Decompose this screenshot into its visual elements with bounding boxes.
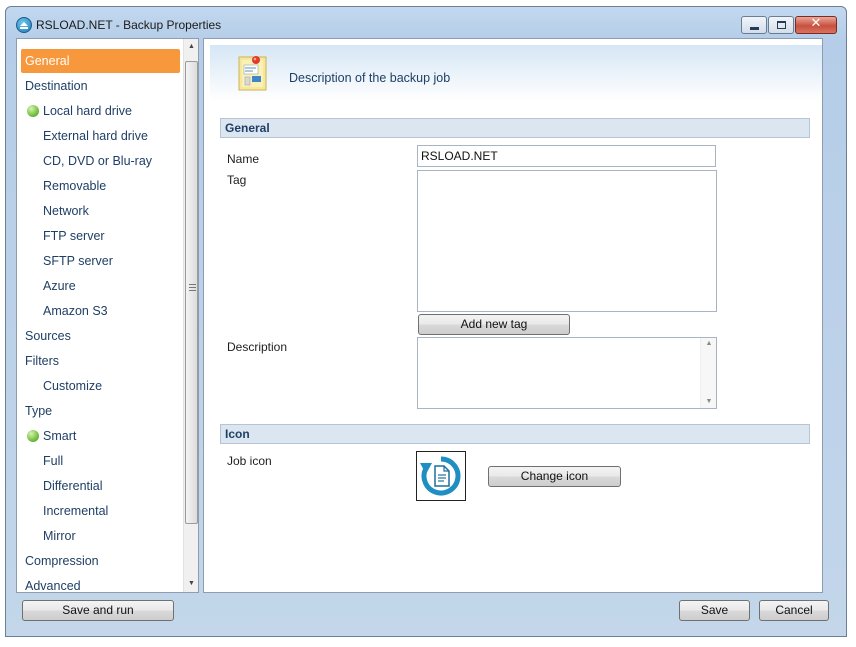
sidebar-item-label: Azure — [43, 279, 76, 293]
scroll-up-icon[interactable]: ▲ — [184, 39, 199, 55]
description-textarea[interactable]: ▲ ▼ — [417, 337, 717, 409]
sidebar-item-ftp-server[interactable]: FTP server — [21, 224, 180, 248]
sidebar-item-type[interactable]: Type — [21, 399, 180, 423]
sidebar-scrollbar[interactable]: ▲ ▼ — [183, 39, 198, 592]
general-section-header: General — [220, 118, 810, 138]
sidebar-item-label: FTP server — [43, 229, 105, 243]
scrollbar-thumb[interactable] — [185, 61, 198, 524]
job-icon-label: Job icon — [227, 454, 272, 468]
minimize-icon — [750, 27, 759, 30]
maximize-button[interactable] — [768, 16, 794, 34]
sidebar-item-network[interactable]: Network — [21, 199, 180, 223]
sidebar-item-label: Removable — [43, 179, 107, 193]
sidebar-item-label: General — [25, 54, 70, 68]
close-button[interactable]: ✕ — [795, 16, 837, 34]
scroll-down-icon[interactable]: ▼ — [184, 576, 199, 592]
sidebar-item-local-hard-drive[interactable]: Local hard drive — [21, 99, 180, 123]
sidebar-item-label: CD, DVD or Blu-ray — [43, 154, 153, 168]
sidebar-item-compression[interactable]: Compression — [21, 549, 180, 573]
nav-list: General Destination Local hard drive Extern… — [17, 39, 183, 592]
sidebar-item-external-hard-drive[interactable]: External hard drive — [21, 124, 180, 148]
add-new-tag-button[interactable]: Add new tag — [418, 314, 570, 335]
sidebar-item-label: Full — [43, 454, 64, 468]
grip-icon — [189, 284, 196, 291]
icon-section-header: Icon — [220, 424, 810, 444]
title-bar[interactable]: RSLOAD.NET - Backup Properties ✕ — [6, 7, 846, 37]
sidebar-item-label: Filters — [25, 354, 60, 368]
job-icon-preview — [416, 451, 466, 501]
sidebar-item-label: External hard drive — [43, 129, 148, 143]
sidebar-item-label: Amazon S3 — [43, 304, 108, 318]
change-icon-button[interactable]: Change icon — [488, 466, 621, 487]
save-button[interactable]: Save — [679, 600, 750, 621]
sidebar-item-label: Incremental — [43, 504, 109, 518]
app-icon — [16, 17, 32, 33]
sidebar-item-amazon-s3[interactable]: Amazon S3 — [21, 299, 180, 323]
sidebar-item-mirror[interactable]: Mirror — [21, 524, 180, 548]
window-title: RSLOAD.NET - Backup Properties — [36, 18, 222, 32]
sidebar-item-label: Type — [25, 404, 53, 418]
content-header: Description of the backup job — [210, 45, 822, 101]
sidebar-item-sources[interactable]: Sources — [21, 324, 180, 348]
sidebar-item-label: Advanced — [25, 579, 81, 592]
header-title: Description of the backup job — [289, 71, 451, 85]
sidebar-item-removable[interactable]: Removable — [21, 174, 180, 198]
close-icon: ✕ — [810, 16, 822, 31]
backup-restore-icon — [420, 456, 461, 496]
status-dot-icon — [27, 105, 39, 117]
sidebar-item-label: Network — [43, 204, 89, 218]
name-input[interactable] — [417, 145, 716, 167]
sidebar-item-azure[interactable]: Azure — [21, 274, 180, 298]
content-panel: Description of the backup job General Na… — [203, 38, 823, 593]
maximize-icon — [777, 21, 786, 29]
sidebar-item-destination[interactable]: Destination — [21, 74, 180, 98]
sidebar-item-label: Sources — [25, 329, 71, 343]
sidebar: General Destination Local hard drive Extern… — [16, 38, 199, 593]
sidebar-item-differential[interactable]: Differential — [21, 474, 180, 498]
description-scrollbar[interactable]: ▲ ▼ — [700, 338, 716, 408]
sidebar-item-cd-dvd-or-blu-ray[interactable]: CD, DVD or Blu-ray — [21, 149, 180, 173]
sidebar-item-full[interactable]: Full — [21, 449, 180, 473]
sidebar-item-general[interactable]: General — [21, 49, 180, 73]
sidebar-item-customize[interactable]: Customize — [21, 374, 180, 398]
tag-label: Tag — [227, 173, 247, 187]
sidebar-item-label: Local hard drive — [43, 104, 132, 118]
description-label: Description — [227, 340, 288, 354]
sidebar-item-label: Customize — [43, 379, 103, 393]
sidebar-item-label: Destination — [25, 79, 88, 93]
sidebar-item-smart[interactable]: Smart — [21, 424, 180, 448]
sidebar-item-label: SFTP server — [43, 254, 113, 268]
sidebar-item-incremental[interactable]: Incremental — [21, 499, 180, 523]
scroll-down-icon[interactable]: ▼ — [701, 398, 717, 405]
name-label: Name — [227, 152, 260, 166]
save-and-run-button[interactable]: Save and run — [22, 600, 174, 621]
sidebar-item-sftp-server[interactable]: SFTP server — [21, 249, 180, 273]
sidebar-item-label: Differential — [43, 479, 103, 493]
notepad-pin-icon — [238, 56, 267, 91]
tag-list-box[interactable] — [417, 170, 717, 312]
sidebar-item-label: Compression — [25, 554, 99, 568]
cancel-button[interactable]: Cancel — [759, 600, 829, 621]
sidebar-item-filters[interactable]: Filters — [21, 349, 180, 373]
minimize-button[interactable] — [741, 16, 767, 34]
sidebar-item-label: Mirror — [43, 529, 76, 543]
sidebar-item-label: Smart — [43, 429, 77, 443]
scroll-up-icon[interactable]: ▲ — [701, 340, 717, 347]
status-dot-icon — [27, 430, 39, 442]
sidebar-item-advanced[interactable]: Advanced — [21, 574, 180, 592]
